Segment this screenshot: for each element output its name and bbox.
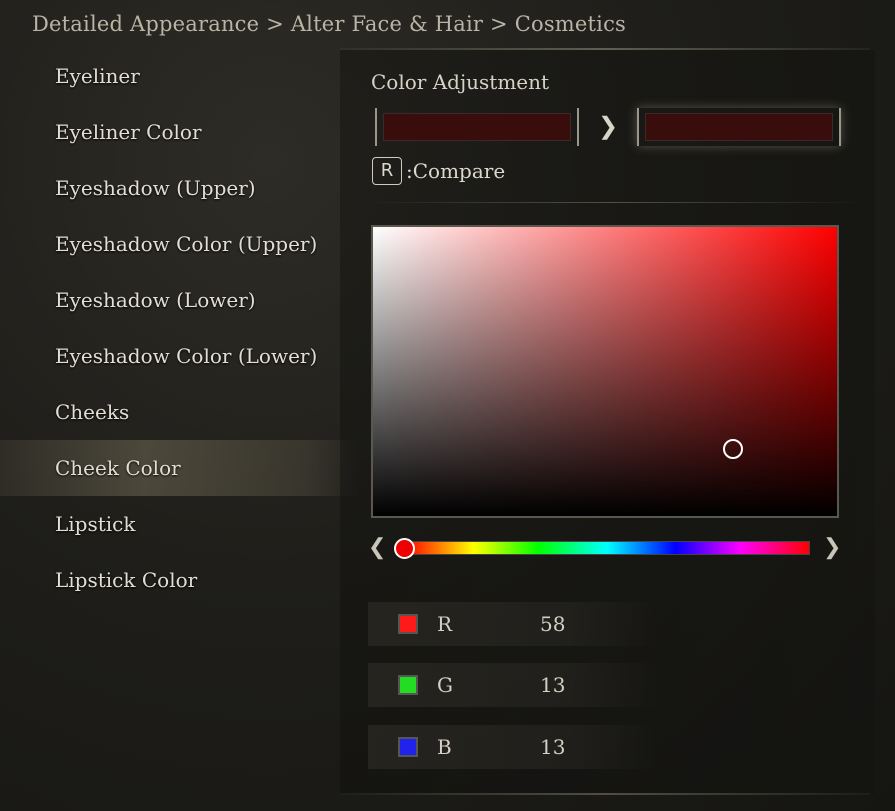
menu-item-lipstick[interactable]: Lipstick [0,496,360,552]
chevron-left-icon[interactable]: ❮ [368,535,386,560]
red-swatch-icon [398,614,418,634]
breadcrumb: Detailed Appearance > Alter Face & Hair … [32,12,627,36]
channel-row-g[interactable]: G 13 [368,663,658,707]
old-color-fill [383,113,571,141]
saturation-value-picker[interactable] [371,225,839,518]
menu-item-eyeliner[interactable]: Eyeliner [0,48,360,104]
section-title: Color Adjustment [371,70,550,94]
blue-swatch-icon [398,737,418,757]
menu-item-eyeshadow-upper[interactable]: Eyeshadow (Upper) [0,160,360,216]
hue-slider[interactable] [404,541,810,555]
hue-slider-handle[interactable] [394,538,415,559]
green-swatch-icon [398,675,418,695]
menu-item-eyeshadow-lower[interactable]: Eyeshadow (Lower) [0,272,360,328]
old-color-swatch [375,108,579,146]
arrow-right-icon: ❯ [598,112,619,140]
channel-value-b: 13 [540,735,566,759]
channel-row-b[interactable]: B 13 [368,725,658,769]
menu-item-cheeks[interactable]: Cheeks [0,384,360,440]
menu-item-cheek-color[interactable]: Cheek Color [0,440,360,496]
channel-label-g: G [437,673,453,697]
menu-item-eyeliner-color[interactable]: Eyeliner Color [0,104,360,160]
section-divider [360,202,865,203]
channel-value-g: 13 [540,673,566,697]
new-color-swatch [637,108,841,146]
chevron-right-icon[interactable]: ❯ [823,535,841,560]
new-color-fill [645,113,833,141]
compare-hint[interactable]: R :Compare [372,157,505,185]
channel-label-r: R [437,612,453,636]
circle-cursor-icon[interactable] [723,439,743,459]
compare-label: :Compare [406,159,506,183]
menu-item-eyeshadow-color-upper[interactable]: Eyeshadow Color (Upper) [0,216,360,272]
channel-label-b: B [437,735,452,759]
cosmetics-menu: Eyeliner Eyeliner Color Eyeshadow (Upper… [0,48,360,608]
menu-item-eyeshadow-color-lower[interactable]: Eyeshadow Color (Lower) [0,328,360,384]
r-key-icon: R [372,157,402,185]
panel-bottom-divider [340,793,870,795]
channel-row-r[interactable]: R 58 [368,602,658,646]
channel-value-r: 58 [540,612,566,636]
panel-top-divider [340,48,870,50]
menu-item-lipstick-color[interactable]: Lipstick Color [0,552,360,608]
